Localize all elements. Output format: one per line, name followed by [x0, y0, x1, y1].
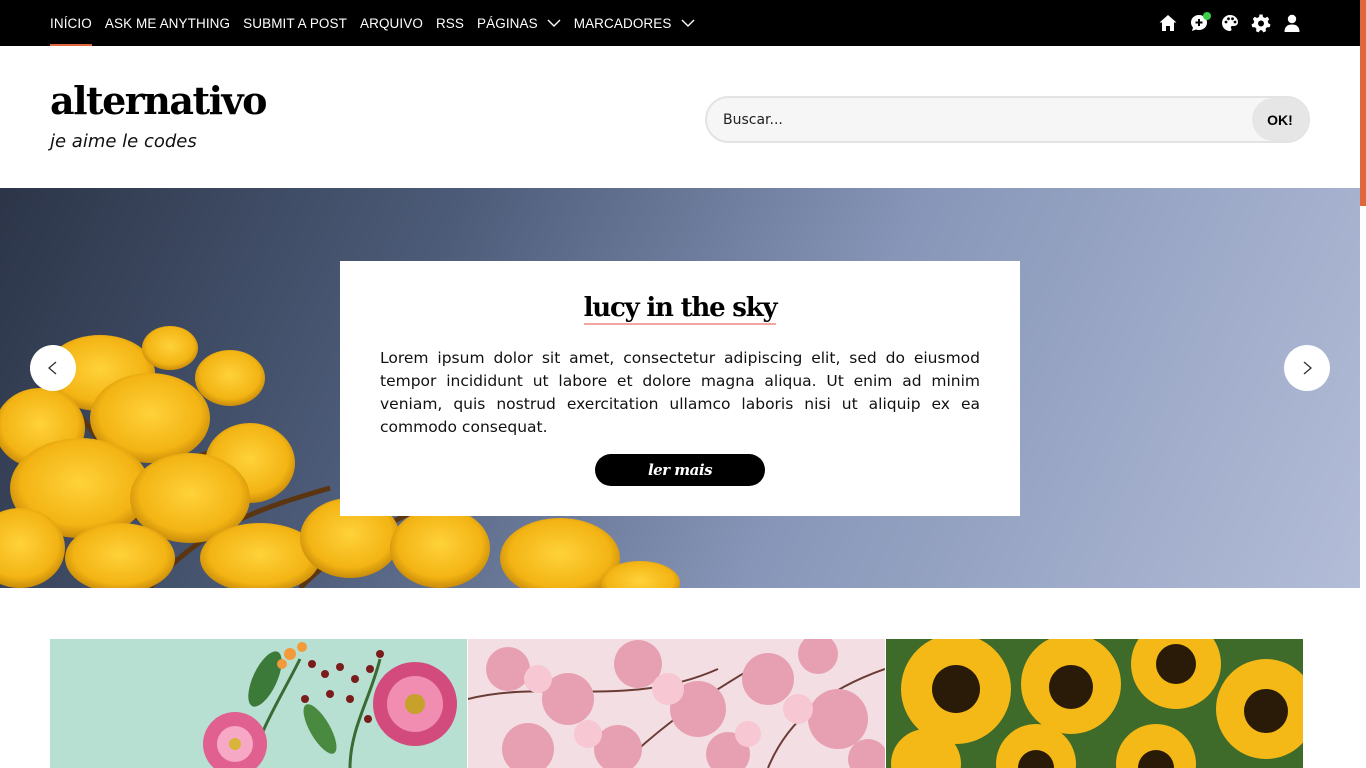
chevron-right-icon	[1303, 361, 1312, 375]
slide-excerpt: Lorem ipsum dolor sit amet, consectetur …	[380, 349, 980, 436]
home-icon[interactable]	[1158, 13, 1178, 33]
slider-prev-button[interactable]	[30, 345, 76, 391]
sunflowers-image	[886, 639, 1303, 768]
slide-title[interactable]: lucy in the sky	[340, 293, 1020, 325]
gear-icon[interactable]	[1251, 13, 1271, 33]
slider-next-button[interactable]	[1284, 345, 1330, 391]
nav-item-label: Páginas	[477, 15, 538, 31]
page-scrollbar[interactable]	[1360, 0, 1366, 768]
chat-plus-icon[interactable]	[1189, 12, 1211, 33]
top-navigation-bar: Início Ask me anything Submit a post Arq…	[0, 0, 1360, 46]
slide-title-text: lucy in the sky	[583, 293, 778, 325]
user-icon[interactable]	[1282, 13, 1302, 33]
site-description: je aime le codes	[50, 131, 197, 152]
scrollbar-thumb[interactable]	[1360, 0, 1366, 206]
featured-slider: lucy in the sky Lorem ipsum dolor sit am…	[0, 188, 1360, 588]
nav-item-rss[interactable]: RSS	[436, 0, 464, 46]
nav-item-label: Marcadores	[573, 15, 672, 31]
read-more-button[interactable]: ler mais	[595, 454, 765, 486]
post-thumbnail[interactable]	[50, 639, 467, 768]
flower-bouquet-image	[50, 639, 467, 768]
main-menu: Início Ask me anything Submit a post Arq…	[50, 0, 708, 46]
slide-card: lucy in the sky Lorem ipsum dolor sit am…	[340, 261, 1020, 516]
search-submit-button[interactable]: OK!	[1252, 98, 1308, 141]
post-thumbnail-grid	[50, 639, 1303, 768]
nav-item-ask-me-anything[interactable]: Ask me anything	[105, 0, 230, 46]
nav-item-label: Arquivo	[359, 15, 423, 31]
notification-dot	[1203, 12, 1211, 20]
search-input[interactable]	[707, 98, 1247, 141]
nav-item-label: Início	[50, 15, 92, 31]
cherry-blossom-image	[468, 639, 885, 768]
nav-item-label: Submit a post	[243, 15, 347, 31]
palette-icon[interactable]	[1220, 13, 1240, 33]
post-thumbnail[interactable]	[886, 639, 1303, 768]
site-title[interactable]: alternativo	[50, 78, 267, 123]
nav-item-label: RSS	[435, 15, 465, 31]
nav-item-inicio[interactable]: Início	[50, 0, 92, 46]
nav-item-label: Ask me anything	[104, 15, 231, 31]
user-icons	[1147, 0, 1302, 46]
post-thumbnail[interactable]	[468, 639, 885, 768]
chevron-down-icon	[681, 19, 694, 27]
nav-item-submit-a-post[interactable]: Submit a post	[243, 0, 347, 46]
nav-item-marcadores[interactable]: Marcadores	[574, 0, 695, 46]
chevron-left-icon	[48, 361, 57, 375]
nav-item-arquivo[interactable]: Arquivo	[360, 0, 423, 46]
chevron-down-icon	[547, 19, 561, 27]
nav-item-paginas[interactable]: Páginas	[477, 0, 561, 46]
search-form: OK!	[705, 96, 1310, 143]
